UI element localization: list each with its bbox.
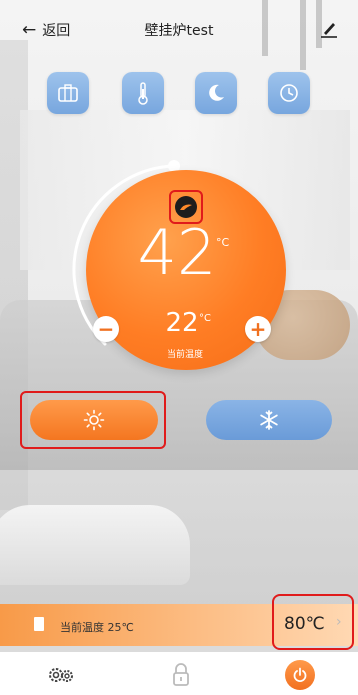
- schedule-mode-button[interactable]: [268, 72, 310, 114]
- set-temperature: 42: [137, 216, 217, 289]
- heat-mode-button[interactable]: [30, 400, 158, 440]
- chevron-right-icon[interactable]: ›: [336, 614, 342, 630]
- current-temperature-unit: °C: [199, 313, 211, 324]
- power-icon: [285, 660, 315, 690]
- away-mode-button[interactable]: [47, 72, 89, 114]
- mode-selector: [0, 72, 358, 116]
- minus-icon: −: [97, 317, 115, 341]
- decrease-temperature-button[interactable]: −: [93, 316, 119, 342]
- increase-temperature-button[interactable]: +: [245, 316, 271, 342]
- page-title: 壁挂炉test: [144, 23, 214, 39]
- power-button[interactable]: [285, 660, 315, 690]
- night-mode-button[interactable]: [195, 72, 237, 114]
- background-table: [0, 505, 190, 585]
- water-temperature-value[interactable]: 80℃: [284, 614, 325, 634]
- set-temperature-unit: °C: [216, 236, 230, 249]
- current-temperature-label: 当前温度: [166, 350, 203, 360]
- settings-button[interactable]: [46, 660, 76, 690]
- bottom-navigation: [0, 652, 358, 695]
- thermometer-icon: [138, 82, 148, 105]
- lock-button[interactable]: [166, 660, 196, 690]
- document-icon: [34, 617, 44, 631]
- flame-icon: [175, 196, 197, 218]
- clock-icon: [280, 84, 298, 102]
- thermostat-mode-button[interactable]: [122, 72, 164, 114]
- lock-icon: [173, 663, 189, 686]
- gears-icon: [49, 668, 73, 682]
- current-temperature-status: 当前温度 25℃: [60, 621, 134, 634]
- edit-icon[interactable]: [318, 18, 340, 40]
- header-bar: ← 返回 壁挂炉test: [0, 0, 358, 58]
- moon-icon: [209, 84, 224, 101]
- cool-mode-button[interactable]: [206, 400, 332, 440]
- plus-icon: +: [249, 317, 267, 341]
- app-screen: ← 返回 壁挂炉test 42 °C 22 °C 当前温度 − + 当前温度 2…: [0, 0, 358, 695]
- suitcase-icon: [58, 84, 78, 102]
- sun-icon: [83, 409, 105, 431]
- snowflake-icon: [260, 410, 278, 430]
